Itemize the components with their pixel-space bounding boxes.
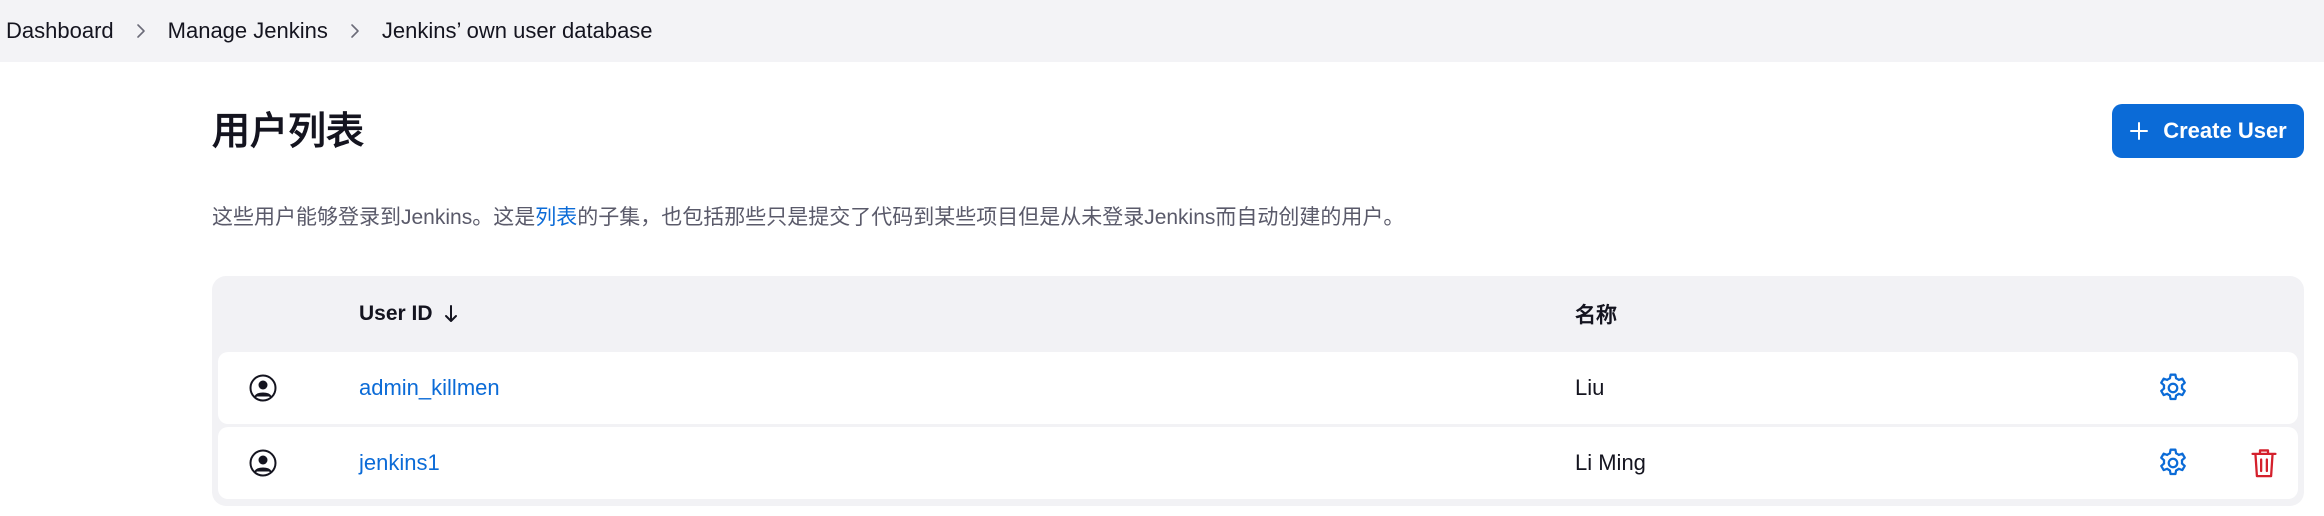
gear-icon[interactable] <box>2155 427 2191 499</box>
user-id-cell: admin_killmen <box>359 352 500 424</box>
trash-icon[interactable] <box>2247 427 2281 499</box>
user-name-cell: Li Ming <box>1575 450 1646 475</box>
create-user-label: Create User <box>2163 118 2287 143</box>
people-list-link[interactable]: 列表 <box>535 206 577 229</box>
page-title: 用户列表 <box>212 111 365 153</box>
breadcrumb: Dashboard Manage Jenkins Jenkins’ own us… <box>0 0 2324 62</box>
description-text-after: 的子集，也包括那些只是提交了代码到某些项目但是从未登录Jenkins而自动创建的… <box>577 206 1405 229</box>
table-row: admin_killmen Liu <box>218 352 2298 424</box>
user-id-link[interactable]: admin_killmen <box>359 375 500 401</box>
arrow-down-icon <box>443 304 459 324</box>
table-header: User ID 名称 <box>218 276 2298 352</box>
description-text-before: 这些用户能够登录到Jenkins。这是 <box>212 206 536 229</box>
chevron-right-icon <box>328 17 382 45</box>
breadcrumb-item-dashboard[interactable]: Dashboard <box>6 20 114 42</box>
plus-icon <box>2129 121 2149 141</box>
breadcrumb-item-user-database[interactable]: Jenkins’ own user database <box>382 20 653 42</box>
chevron-right-icon <box>114 17 168 45</box>
column-header-user-id[interactable]: User ID <box>359 276 459 352</box>
create-user-button[interactable]: Create User <box>2112 104 2304 158</box>
user-name-cell: Liu <box>1575 375 1605 400</box>
column-header-name[interactable]: 名称 <box>1575 276 1617 352</box>
users-table: User ID 名称 admin_killmen Liu jenkins1 Li… <box>212 276 2304 506</box>
table-row: jenkins1 Li Ming <box>218 427 2298 499</box>
user-id-link[interactable]: jenkins1 <box>359 450 440 476</box>
page-description: 这些用户能够登录到Jenkins。这是列表的子集，也包括那些只是提交了代码到某些… <box>212 204 1404 232</box>
column-label-user-id: User ID <box>359 302 433 325</box>
user-circle-icon <box>248 352 278 424</box>
user-id-cell: jenkins1 <box>359 427 440 499</box>
user-circle-icon <box>248 427 278 499</box>
gear-icon[interactable] <box>2155 352 2191 424</box>
breadcrumb-item-manage-jenkins[interactable]: Manage Jenkins <box>168 20 328 42</box>
